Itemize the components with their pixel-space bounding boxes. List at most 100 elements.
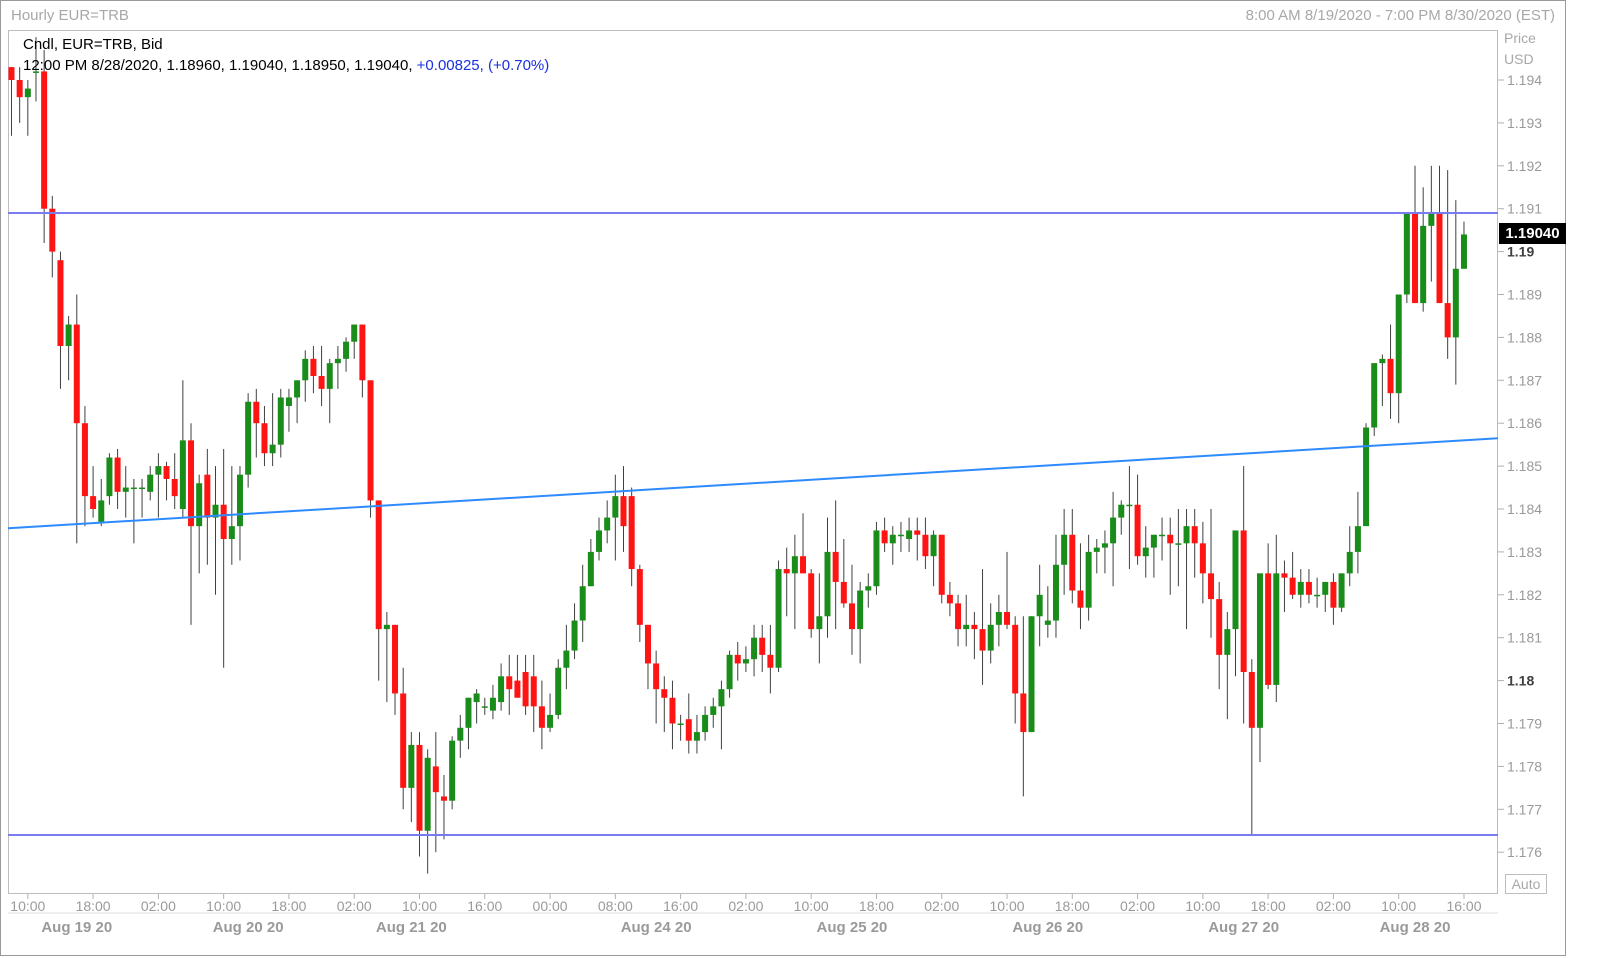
y-tick-label: 1.188	[1507, 329, 1542, 345]
candle-up	[1297, 581, 1304, 595]
x-date-label: Aug 24 20	[621, 919, 692, 936]
candle-down	[661, 689, 668, 698]
candle-up	[596, 530, 603, 552]
candle-down	[840, 581, 847, 604]
y-tick-label: 1.193	[1507, 115, 1542, 131]
candle-down	[783, 569, 790, 574]
candle-up	[751, 637, 758, 660]
candle-up	[122, 487, 129, 492]
candle-down	[506, 676, 513, 690]
x-tick-label: 16:00	[663, 898, 698, 914]
candle-down	[808, 573, 815, 630]
candle-up	[865, 586, 872, 591]
candle-down	[220, 504, 227, 540]
candle-up	[857, 590, 864, 630]
candle-up	[1110, 517, 1117, 544]
candle-up	[1044, 620, 1051, 625]
candle-up	[1232, 530, 1239, 630]
y-tick-label: 1.184	[1507, 501, 1542, 517]
price-axis-label: Price	[1504, 30, 1536, 46]
candle-down	[1004, 611, 1011, 625]
candle-down	[832, 551, 839, 582]
candle-up	[424, 757, 431, 831]
candle-up	[1159, 534, 1166, 537]
candle-up	[726, 654, 733, 690]
candle-up	[1314, 594, 1321, 597]
candle-up	[710, 706, 717, 715]
candle-down	[922, 534, 929, 557]
y-tick-label: 1.187	[1507, 372, 1542, 388]
ohlc-readout: 12:00 PM 8/28/2020, 1.18960, 1.19040, 1.…	[23, 57, 549, 74]
x-tick-label: 10:00	[206, 898, 241, 914]
candle-up	[1346, 551, 1353, 574]
candle-down	[1444, 303, 1451, 338]
candle-up	[702, 714, 709, 733]
candle-down	[8, 67, 15, 80]
candle-down	[1020, 693, 1027, 733]
x-tick-label: 02:00	[924, 898, 959, 914]
candle-up	[775, 569, 782, 668]
candle-down	[514, 680, 521, 698]
candle-up	[98, 500, 105, 522]
candle-down	[1199, 543, 1206, 574]
candle-up	[742, 659, 749, 664]
x-tick-label: 02:00	[1316, 898, 1351, 914]
candle-up	[987, 624, 994, 651]
x-date-label: Aug 26 20	[1012, 919, 1083, 936]
candle-up	[873, 530, 880, 587]
price-change: +0.00825, (+0.70%)	[416, 57, 550, 74]
candle-up	[563, 650, 570, 668]
candle-up	[1224, 629, 1231, 655]
candle-down	[16, 80, 23, 98]
candle-down	[57, 260, 64, 346]
candle-up	[465, 697, 472, 728]
candle-up	[547, 714, 554, 728]
candle-up	[236, 474, 243, 527]
x-date-label: Aug 20 20	[213, 919, 284, 936]
candle-up	[1052, 564, 1059, 621]
candle-down	[522, 672, 529, 707]
x-tick-label: 08:00	[598, 898, 633, 914]
candle-up	[498, 676, 505, 703]
x-tick-label: 10:00	[1381, 898, 1416, 914]
candle-down	[188, 440, 195, 527]
candlestick-chart[interactable]: 1.176 1.177 1.178 1.179 1.18 1.181 1.182 1.183 1…	[0, 0, 1600, 958]
x-tick-label: 02:00	[141, 898, 176, 914]
candle-down	[538, 706, 545, 728]
candle-up	[130, 487, 137, 490]
candle-down	[946, 594, 953, 604]
candle-down	[41, 71, 48, 209]
candle-up	[612, 496, 619, 518]
candle-down	[971, 624, 978, 630]
candle-down	[1134, 504, 1141, 557]
candle-up	[1354, 526, 1361, 552]
candle-up	[245, 401, 252, 475]
auto-scale-button[interactable]: Auto	[1505, 874, 1547, 894]
candle-up	[1428, 212, 1435, 226]
candle-up	[930, 534, 937, 557]
x-tick-label: 02:00	[728, 898, 763, 914]
y-tick-label: 1.18	[1507, 673, 1534, 689]
candle-up	[196, 483, 203, 527]
candle-up	[408, 744, 415, 788]
candle-down	[114, 457, 121, 492]
candle-up	[1395, 294, 1402, 394]
candle-up	[1061, 534, 1068, 565]
candle-up	[604, 517, 611, 531]
y-tick-label: 1.182	[1507, 587, 1542, 603]
x-tick-label: 18:00	[859, 898, 894, 914]
candle-up	[571, 620, 578, 651]
candle-down	[1436, 212, 1443, 304]
candle-down	[1387, 358, 1394, 394]
y-tick-label: 1.178	[1507, 758, 1542, 774]
candle-down	[1281, 573, 1288, 578]
candle-down	[90, 496, 97, 509]
candle-down	[800, 556, 807, 574]
x-tick-label: 10:00	[1185, 898, 1220, 914]
candle-up	[269, 444, 276, 454]
y-tick-label: 1.186	[1507, 415, 1542, 431]
candle-up	[457, 727, 464, 741]
candle-down	[49, 208, 56, 252]
candle-down	[1069, 534, 1076, 591]
candle-down	[1248, 672, 1255, 728]
